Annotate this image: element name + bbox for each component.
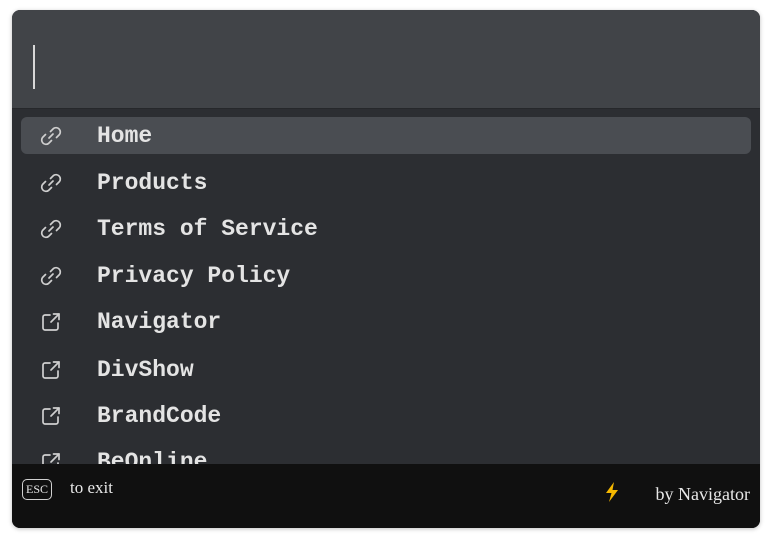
result-item-divshow[interactable]: DivShow xyxy=(21,351,751,388)
external-link-icon xyxy=(37,356,65,384)
link-icon xyxy=(37,262,65,290)
results-list: Home Products Terms of Service Privacy P… xyxy=(12,109,760,464)
result-item-beonline[interactable]: BeOnline xyxy=(21,443,751,464)
exit-hint-label: to exit xyxy=(70,478,113,497)
result-label: BeOnline xyxy=(97,449,208,464)
command-palette: Home Products Terms of Service Privacy P… xyxy=(12,10,760,528)
result-label: Products xyxy=(97,170,208,196)
result-label: Terms of Service xyxy=(97,216,318,242)
esc-key-hint: ESC xyxy=(22,479,53,500)
text-caret xyxy=(33,45,35,89)
result-item-home[interactable]: Home xyxy=(21,117,751,154)
search-input[interactable] xyxy=(26,32,730,86)
result-label: BrandCode xyxy=(97,403,222,429)
result-item-brandcode[interactable]: BrandCode xyxy=(21,397,751,434)
result-label: Navigator xyxy=(97,309,222,335)
result-label: Privacy Policy xyxy=(97,263,291,289)
link-icon xyxy=(37,122,65,150)
link-icon xyxy=(37,215,65,243)
external-link-icon xyxy=(37,402,65,430)
result-label: DivShow xyxy=(97,357,194,383)
result-item-terms-of-service[interactable]: Terms of Service xyxy=(21,210,751,247)
lightning-icon xyxy=(604,481,620,503)
link-icon xyxy=(37,169,65,197)
result-item-products[interactable]: Products xyxy=(21,164,751,201)
result-label: Home xyxy=(97,123,153,149)
external-link-icon xyxy=(37,308,65,336)
result-item-navigator[interactable]: Navigator xyxy=(21,303,751,340)
result-item-privacy-policy[interactable]: Privacy Policy xyxy=(21,257,751,294)
external-link-icon xyxy=(37,448,65,464)
search-bar xyxy=(12,10,760,109)
footer-bar xyxy=(12,464,760,528)
brand-credit-link[interactable]: by Navigator xyxy=(656,483,750,505)
